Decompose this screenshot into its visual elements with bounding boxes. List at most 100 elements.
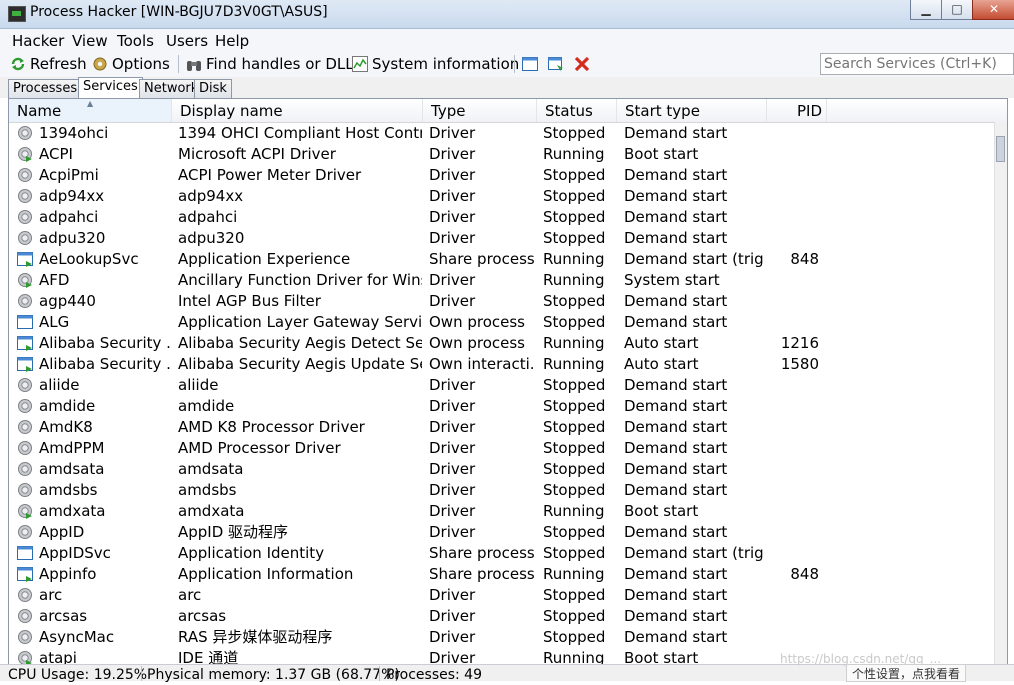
menu-view[interactable]: View — [72, 32, 108, 50]
menu-hacker[interactable]: Hacker — [12, 32, 64, 50]
service-row[interactable]: amdide amdide Driver Stopped Demand start — [9, 395, 1007, 416]
cell-start: Demand start — [624, 586, 728, 604]
cell-name: AmdPPM — [39, 439, 105, 457]
service-row[interactable]: amdsata amdsata Driver Stopped Demand start — [9, 458, 1007, 479]
cell-pid: 1216 — [780, 334, 819, 352]
cell-display: RAS 异步媒体驱动程序 — [178, 628, 333, 646]
cell-status: Stopped — [543, 586, 606, 604]
cell-display: adpahci — [178, 208, 238, 226]
cell-pid — [767, 479, 819, 500]
vertical-scrollbar[interactable] — [994, 122, 1007, 665]
cell-status: Stopped — [543, 628, 606, 646]
cell-start: Demand start — [624, 397, 728, 415]
cell-start: Demand start — [624, 124, 728, 142]
service-row[interactable]: AeLookupSvc Application Experience Share p… — [9, 248, 1007, 269]
column-name[interactable]: ▲ Name — [9, 99, 172, 122]
service-row[interactable]: amdsbs amdsbs Driver Stopped Demand start — [9, 479, 1007, 500]
column-pid[interactable]: PID — [767, 99, 827, 122]
maximize-button[interactable]: □ — [941, 0, 973, 20]
minimize-button[interactable]: ▁ — [910, 0, 942, 20]
cell-start: Boot start — [624, 145, 699, 163]
window-title: Process Hacker [WIN-BGJU7D3V0GT\ASUS] — [30, 4, 328, 20]
status-separator — [379, 666, 380, 681]
tab-processes[interactable]: Processes — [8, 79, 83, 98]
driver-gear-icon — [18, 462, 32, 476]
close-button[interactable]: ✕ — [972, 0, 1014, 20]
scrollbar-thumb[interactable] — [996, 136, 1005, 162]
cell-status: Stopped — [543, 523, 606, 541]
service-row[interactable]: ALG Application Layer Gateway Service Own … — [9, 311, 1007, 332]
cell-display: AppID 驱动程序 — [178, 523, 289, 541]
system-information-button[interactable]: System information — [352, 54, 519, 74]
find-window-button[interactable] — [522, 54, 542, 74]
cell-display: arcsas — [178, 607, 227, 625]
cell-pid — [767, 269, 819, 290]
services-list[interactable]: ▲ Name Display name Type Status Start ty… — [8, 98, 1008, 666]
service-row[interactable]: Appinfo Application Information Share proc… — [9, 563, 1007, 584]
service-row[interactable]: adpahci adpahci Driver Stopped Demand start — [9, 206, 1007, 227]
cell-name: arcsas — [39, 607, 88, 625]
cell-start: Demand start — [624, 523, 728, 541]
service-window-icon — [17, 252, 33, 267]
cell-pid — [767, 416, 819, 437]
service-row[interactable]: adpu320 adpu320 Driver Stopped Demand start — [9, 227, 1007, 248]
tab-disk[interactable]: Disk — [194, 79, 232, 98]
service-row[interactable]: AsyncMac RAS 异步媒体驱动程序 Driver Stopped Demand … — [9, 626, 1007, 647]
cell-pid — [767, 395, 819, 416]
service-row[interactable]: 1394ohci 1394 OHCI Compliant Host Contro.… — [9, 122, 1007, 143]
options-gear-icon — [93, 57, 107, 71]
cell-pid — [767, 374, 819, 395]
service-row[interactable]: aliide aliide Driver Stopped Demand start — [9, 374, 1007, 395]
service-row[interactable]: AppIDSvc Application Identity Share proces… — [9, 542, 1007, 563]
service-row[interactable]: arc arc Driver Stopped Demand start — [9, 584, 1007, 605]
cell-type: Driver — [429, 481, 476, 499]
column-display-name[interactable]: Display name — [172, 99, 423, 122]
cell-name: adp94xx — [39, 187, 105, 205]
column-start-type[interactable]: Start type — [617, 99, 767, 122]
service-row[interactable]: amdxata amdxata Driver Running Boot start — [9, 500, 1007, 521]
service-row[interactable]: Alibaba Security ... Alibaba Security Aeg… — [9, 353, 1007, 374]
cell-name: AcpiPmi — [39, 166, 99, 184]
personalize-popup[interactable]: 个性设置，点我看看 — [846, 664, 966, 682]
service-row[interactable]: AFD Ancillary Function Driver for Winso..… — [9, 269, 1007, 290]
service-row[interactable]: Alibaba Security ... Alibaba Security Aeg… — [9, 332, 1007, 353]
service-row[interactable]: AmdK8 AMD K8 Processor Driver Driver Stoppe… — [9, 416, 1007, 437]
driver-gear-icon — [18, 504, 32, 519]
tab-services[interactable]: Services — [78, 77, 143, 99]
service-row[interactable]: arcsas arcsas Driver Stopped Demand start — [9, 605, 1007, 626]
cell-display: amdsbs — [178, 481, 237, 499]
options-button[interactable]: Options — [92, 54, 170, 74]
cell-display: Alibaba Security Aegis Update Ser... — [178, 355, 422, 373]
service-row[interactable]: ACPI Microsoft ACPI Driver Driver Running Bo… — [9, 143, 1007, 164]
switch-window-icon — [548, 57, 563, 72]
cell-type: Driver — [429, 523, 476, 541]
driver-gear-icon — [18, 399, 32, 413]
service-row[interactable]: AcpiPmi ACPI Power Meter Driver Driver Stop… — [9, 164, 1007, 185]
cell-display: amdsata — [178, 460, 244, 478]
cell-status: Running — [543, 565, 605, 583]
search-services-input[interactable] — [820, 53, 1014, 75]
menu-users[interactable]: Users — [166, 32, 208, 50]
find-window-thread-button[interactable] — [548, 54, 568, 74]
menu-tools[interactable]: Tools — [117, 32, 154, 50]
service-row[interactable]: adp94xx adp94xx Driver Stopped Demand start — [9, 185, 1007, 206]
cell-type: Driver — [429, 607, 476, 625]
terminate-button[interactable] — [574, 54, 594, 74]
system-information-label: System information — [372, 55, 520, 73]
service-row[interactable]: AmdPPM AMD Processor Driver Driver Stopped D… — [9, 437, 1007, 458]
refresh-button[interactable]: Refresh — [10, 54, 87, 74]
column-status[interactable]: Status — [537, 99, 617, 122]
find-handles-button[interactable]: Find handles or DLLs — [186, 54, 361, 74]
driver-gear-icon — [18, 609, 32, 623]
column-type[interactable]: Type — [423, 99, 537, 122]
cell-pid — [767, 500, 819, 521]
sort-ascending-icon: ▲ — [87, 99, 94, 108]
service-row[interactable]: agp440 Intel AGP Bus Filter Driver Stopped D… — [9, 290, 1007, 311]
cell-status: Stopped — [543, 166, 606, 184]
service-window-icon — [17, 546, 33, 560]
cell-start: Demand start — [624, 313, 728, 331]
cell-pid — [767, 164, 819, 185]
cell-display: Alibaba Security Aegis Detect Ser... — [178, 334, 422, 352]
menu-help[interactable]: Help — [215, 32, 249, 50]
service-row[interactable]: AppID AppID 驱动程序 Driver Stopped Demand start — [9, 521, 1007, 542]
